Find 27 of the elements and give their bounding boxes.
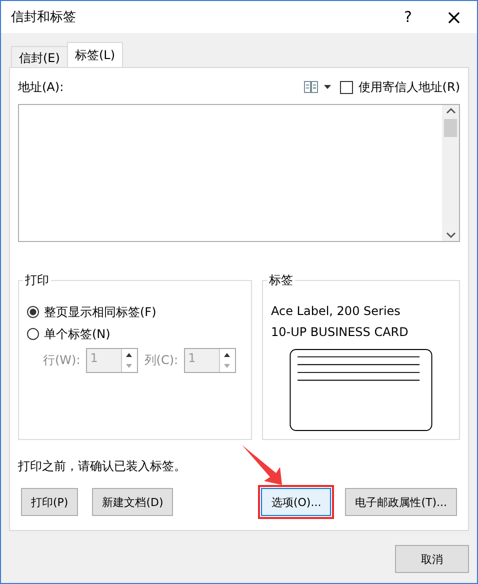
scrollbar-thumb[interactable] — [444, 119, 457, 137]
note-text: 打印之前，请确认已装入标签。 — [18, 458, 187, 475]
close-button[interactable]: × — [431, 1, 477, 33]
group-title: 标签 — [267, 272, 295, 289]
address-field[interactable] — [18, 104, 460, 242]
label-description: Ace Label, 200 Series — [271, 303, 402, 320]
return-address-checkbox[interactable]: 使用寄信人地址(R) — [340, 78, 460, 96]
spinner-label: 行(W): — [43, 352, 80, 369]
help-button[interactable]: ? — [385, 1, 431, 33]
address-book-icon[interactable] — [304, 81, 332, 93]
tab[interactable]: 信封(E) — [11, 46, 68, 67]
radio-label[interactable]: 整页显示相同标签(F) — [44, 304, 156, 320]
radio-button[interactable] — [27, 306, 39, 318]
dialog-button[interactable]: 打印(P) — [21, 488, 78, 516]
dialog-button[interactable]: 选项(O)... — [261, 488, 332, 516]
group-title: 打印 — [23, 272, 51, 289]
spinner-label: 列(C): — [144, 352, 178, 369]
label-description: 10-UP BUSINESS CARD — [271, 324, 410, 341]
dialog-button[interactable]: 新建文档(D) — [92, 488, 174, 516]
radio-button[interactable] — [27, 328, 39, 340]
dialog-button[interactable]: 电子邮政属性(T)... — [345, 488, 457, 516]
address-label: 地址(A): — [18, 78, 64, 96]
cancel-button[interactable]: 取消 — [395, 545, 469, 573]
tab[interactable]: 标签(L) — [66, 42, 124, 67]
radio-label[interactable]: 单个标签(N) — [44, 326, 110, 342]
window-title: 信封和标签 — [11, 9, 77, 26]
annotation-arrow — [240, 443, 284, 487]
